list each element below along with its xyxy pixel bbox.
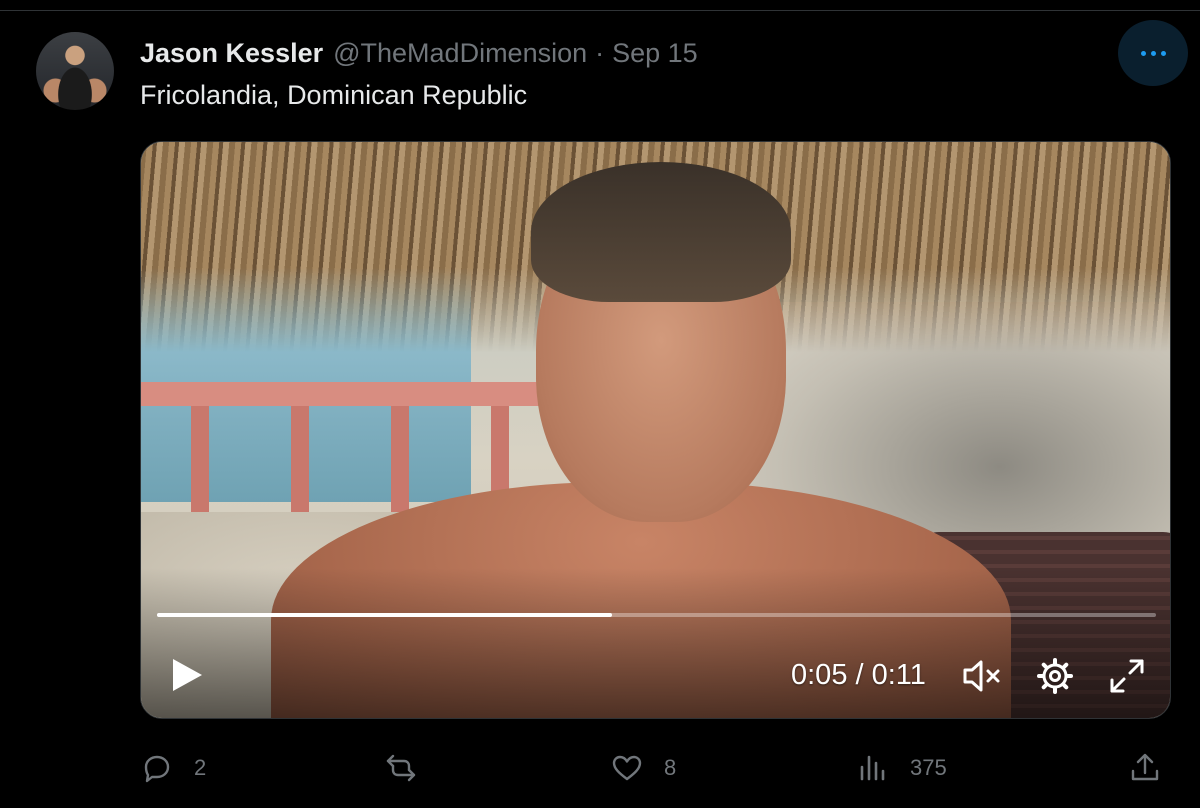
like-count: 8 [664, 755, 677, 780]
video-progress-fill [157, 613, 612, 617]
reply-count: 2 [194, 755, 207, 780]
share-icon [1131, 753, 1159, 781]
more-dots-icon [1140, 50, 1146, 56]
more-dot [1160, 50, 1166, 56]
video-person-hair [531, 162, 791, 302]
tweet-date[interactable]: Sep 15 [612, 38, 698, 69]
like-heart-icon [612, 755, 642, 781]
avatar[interactable] [36, 32, 114, 110]
top-divider [0, 10, 1200, 11]
views-button[interactable]: 375 [856, 748, 947, 788]
more-options-button[interactable] [1118, 20, 1188, 86]
separator-dot: · [595, 37, 605, 68]
video-progress-bar[interactable] [157, 613, 1156, 617]
muted-speaker-icon [963, 660, 1000, 692]
display-name[interactable]: Jason Kessler [140, 38, 323, 69]
user-handle[interactable]: @TheMadDimension [333, 38, 587, 69]
repost-icon [386, 754, 416, 782]
views-count: 375 [910, 755, 947, 780]
reply-icon [144, 755, 170, 783]
tweet-actions: 2 8 375 [140, 748, 1171, 788]
share-button[interactable] [1128, 748, 1162, 788]
video-frame [141, 142, 1170, 718]
tweet-header: Jason Kessler @TheMadDimension · Sep 15 [140, 36, 698, 70]
views-chart-icon [860, 755, 885, 781]
fullscreen-icon [1110, 659, 1144, 693]
settings-gear-icon [1037, 658, 1073, 694]
tweet-text: Fricolandia, Dominican Republic [140, 80, 528, 110]
video-controls-shade [141, 568, 1170, 718]
play-icon [173, 659, 202, 691]
mute-button[interactable] [961, 656, 1003, 696]
play-button[interactable] [169, 656, 205, 694]
video-player[interactable]: 0:05 / 0:11 [140, 141, 1171, 719]
fullscreen-button[interactable] [1107, 656, 1147, 696]
reply-button[interactable]: 2 [140, 748, 206, 788]
more-dot [1150, 50, 1156, 56]
repost-button[interactable] [384, 748, 438, 788]
video-time: 0:05 / 0:11 [791, 659, 926, 691]
settings-button[interactable] [1035, 656, 1075, 696]
like-button[interactable]: 8 [610, 748, 676, 788]
